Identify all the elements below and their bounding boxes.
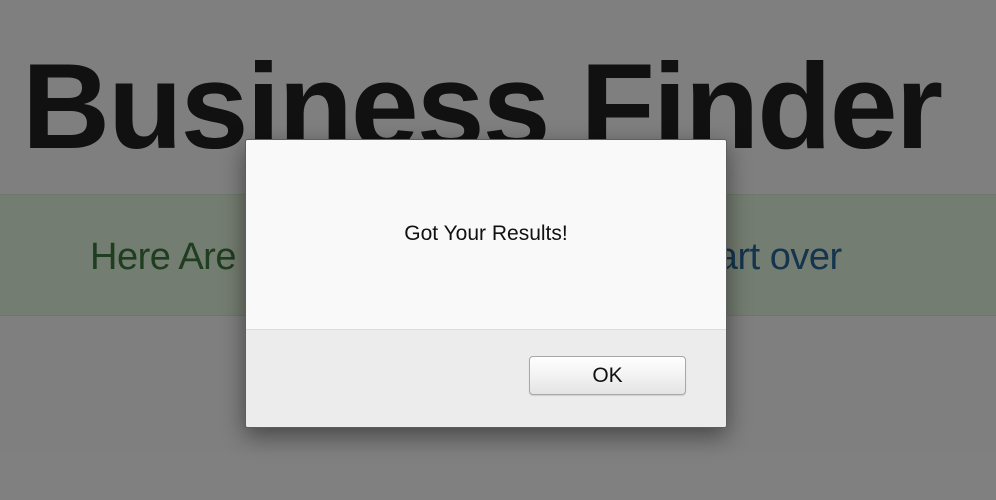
alert-footer: OK [246,330,726,427]
ok-button[interactable]: OK [529,356,686,395]
alert-message: Got Your Results! [404,222,568,245]
page: Business Finder Here Are Your Results! C… [0,0,996,500]
alert-body: Got Your Results! [246,140,726,330]
alert-dialog: Got Your Results! OK [245,139,727,428]
